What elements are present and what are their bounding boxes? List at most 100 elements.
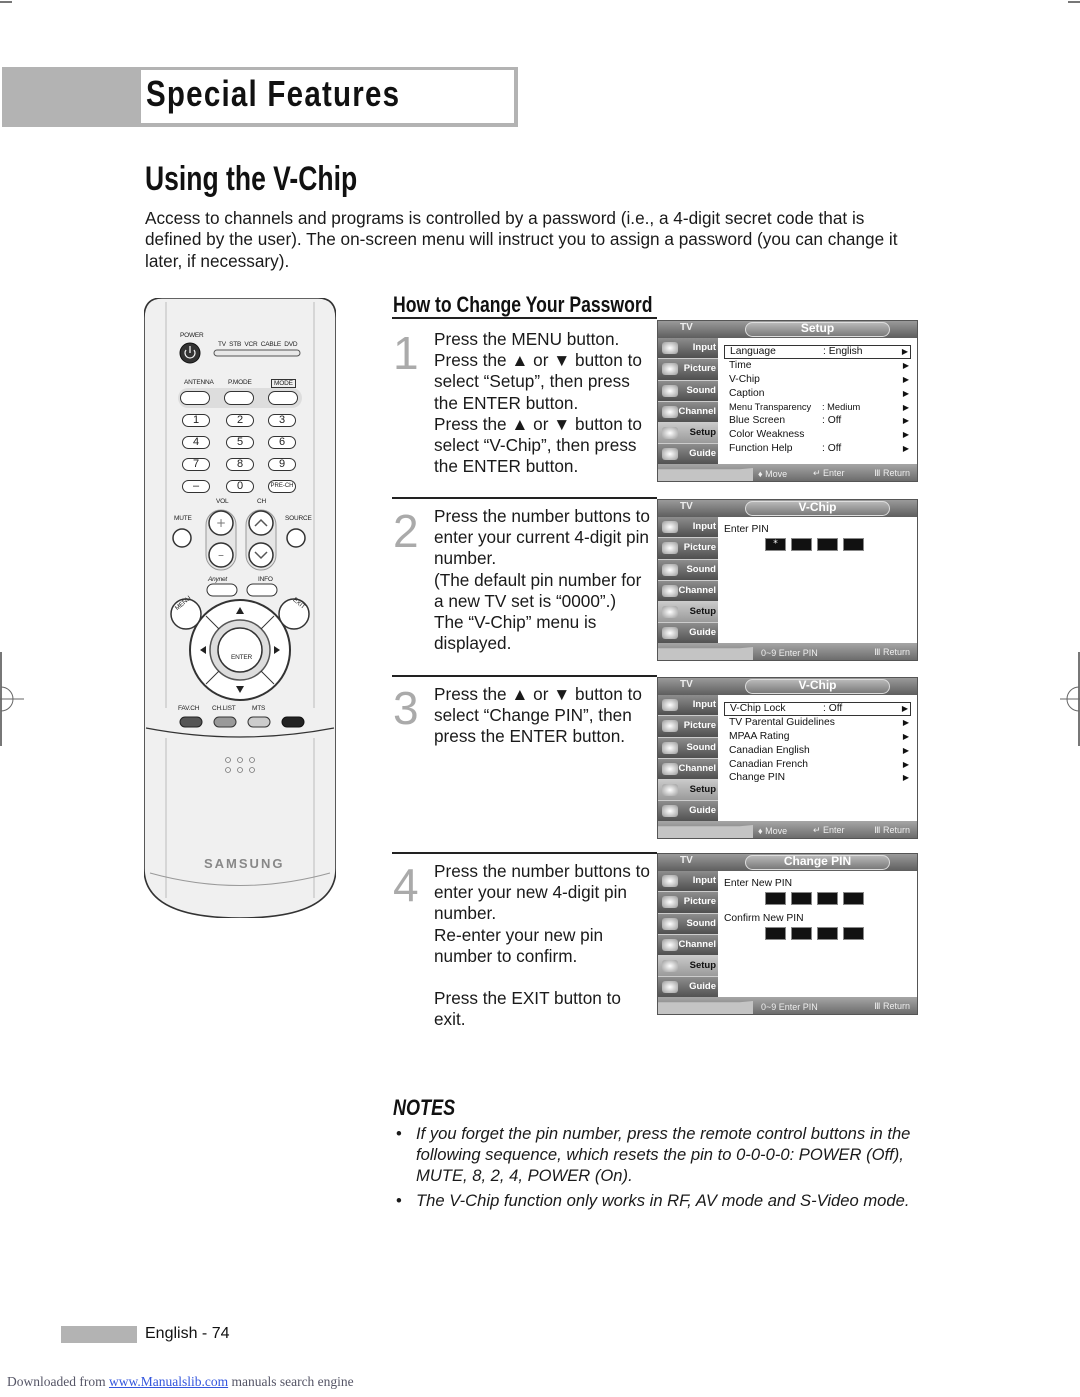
osd-menu-row: V-Chip ▶ bbox=[724, 373, 911, 387]
step-spacer bbox=[434, 967, 654, 988]
note-item: If you forget the pin number, press the … bbox=[396, 1123, 936, 1186]
svg-text:+: + bbox=[216, 516, 226, 530]
source-label: SOURCE bbox=[285, 515, 312, 522]
step-line: Press the MENU button. bbox=[434, 329, 620, 349]
input-icon bbox=[662, 875, 678, 887]
crop-mark bbox=[0, 1, 12, 3]
osd-menu-row: Change PIN ▶ bbox=[724, 771, 911, 785]
arrow-right-icon: ▶ bbox=[902, 444, 909, 454]
download-notice: Downloaded from www.Manualslib.com manua… bbox=[7, 1374, 354, 1390]
step-line: The “V-Chip” menu is displayed. bbox=[434, 612, 597, 654]
chlist-label: CH.LIST bbox=[212, 705, 236, 712]
osd-sidebar-item-input: Input bbox=[658, 695, 718, 717]
osd-sidebar-item-picture: Picture bbox=[658, 359, 718, 381]
return-hint: Ⅲ Return bbox=[874, 825, 910, 835]
download-prefix: Downloaded from bbox=[7, 1374, 109, 1389]
footer-bar bbox=[61, 1326, 137, 1343]
osd-sidebar-label: Setup bbox=[689, 960, 716, 972]
intro-paragraph: Access to channels and programs is contr… bbox=[145, 208, 898, 271]
osd-menu-row: MPAA Rating ▶ bbox=[724, 730, 911, 744]
osd-sidebar: Input Picture Sound Channel Setup Guide bbox=[658, 338, 718, 466]
channel-icon bbox=[662, 762, 678, 775]
osd-content: Language: English ▶ Time ▶ V-Chip ▶ Caption ▶ Me… bbox=[724, 345, 911, 456]
step-line: Press the EXIT button to exit. bbox=[434, 988, 621, 1030]
digit-button: 7 bbox=[182, 458, 210, 471]
osd-sidebar-label: Picture bbox=[683, 542, 716, 554]
arrow-right-icon: ▶ bbox=[901, 347, 908, 356]
osd-row-label: Color Weakness bbox=[729, 429, 805, 441]
osd-content: Enter PIN * bbox=[724, 524, 911, 551]
osd-row-value: : Off bbox=[822, 415, 842, 427]
digit-button: 4 bbox=[182, 436, 210, 449]
digit-button: 9 bbox=[268, 458, 296, 471]
picture-icon bbox=[662, 720, 678, 733]
arrow-right-icon: ▶ bbox=[902, 430, 909, 440]
osd-menu-row: Color Weakness ▶ bbox=[724, 428, 911, 442]
osd-menu-row: Function Help: Off ▶ bbox=[724, 442, 911, 456]
step-line: Press the number buttons to enter your n… bbox=[434, 861, 650, 924]
osd-sidebar-item-sound: Sound bbox=[658, 559, 718, 581]
step-number: 3 bbox=[393, 682, 419, 734]
tv-osd-screen: TV Setup Input Picture Sound Channel Setup Guid… bbox=[657, 320, 918, 482]
note-item: The V-Chip function only works in RF, AV… bbox=[396, 1190, 936, 1211]
crop-mark bbox=[1068, 1, 1080, 3]
pre-ch-button: PRE-CH bbox=[268, 480, 296, 493]
guide-icon bbox=[662, 981, 678, 994]
arrow-right-icon: ▶ bbox=[902, 717, 909, 727]
osd-sidebar: Input Picture Sound Channel Setup Guide bbox=[658, 871, 718, 999]
arrow-right-icon: ▶ bbox=[902, 745, 909, 755]
guide-icon bbox=[662, 448, 678, 461]
osd-sidebar-item-channel: Channel bbox=[658, 401, 718, 424]
osd-row-value: : English bbox=[823, 346, 863, 357]
osd-sidebar-item-guide: Guide bbox=[658, 444, 718, 466]
picture-icon bbox=[662, 896, 678, 909]
osd-row-label: TV Parental Guidelines bbox=[729, 716, 835, 728]
svg-text:–: – bbox=[218, 548, 224, 562]
osd-row-label: Blue Screen bbox=[729, 415, 786, 427]
digit-button: 0 bbox=[226, 480, 254, 493]
osd-footer-slant bbox=[658, 468, 753, 481]
channel-icon bbox=[662, 405, 678, 418]
osd-sidebar-label: Picture bbox=[683, 363, 716, 375]
move-hint: ♦ Move bbox=[758, 826, 788, 836]
osd-sidebar-label: Input bbox=[692, 699, 716, 710]
pin-digit-box bbox=[791, 927, 812, 940]
pin-digit-box bbox=[791, 538, 812, 551]
pin-entry: * bbox=[765, 538, 911, 551]
step-line: Press the ▲ or ▼ button to select “Setup… bbox=[434, 350, 642, 413]
osd-sidebar: Input Picture Sound Channel Setup Guide bbox=[658, 695, 718, 823]
osd-row-label: Language bbox=[730, 346, 776, 357]
osd-menu-row: Time ▶ bbox=[724, 359, 911, 373]
osd-menu-row: TV Parental Guidelines ▶ bbox=[724, 716, 911, 730]
osd-menu-row: Canadian English ▶ bbox=[724, 744, 911, 758]
return-hint: Ⅲ Return bbox=[874, 468, 910, 478]
osd-content: V-Chip Lock: Off ▶ TV Parental Guidelines ▶… bbox=[724, 702, 911, 785]
pin-digit-box bbox=[843, 927, 864, 940]
osd-sidebar-item-guide: Guide bbox=[658, 801, 718, 823]
osd-sidebar-item-setup: Setup bbox=[658, 956, 718, 978]
antenna-button bbox=[180, 391, 210, 405]
osd-sidebar-label: Sound bbox=[686, 563, 716, 575]
osd-sidebar-item-channel: Channel bbox=[658, 580, 718, 603]
pin-digit-box bbox=[817, 927, 838, 940]
osd-menu-row: Menu Transparency: Medium ▶ bbox=[724, 401, 911, 415]
enter-hint: ↵ Enter bbox=[813, 825, 845, 835]
guide-icon bbox=[662, 805, 678, 818]
arrow-right-icon: ▶ bbox=[902, 360, 909, 370]
anynet-label: Anynet bbox=[208, 576, 228, 583]
osd-title: Setup bbox=[800, 321, 835, 335]
notes-title: NOTES bbox=[393, 1095, 456, 1120]
osd-footer-slant bbox=[658, 647, 753, 660]
osd-sidebar-label: Guide bbox=[689, 981, 716, 993]
channel-icon bbox=[662, 584, 678, 597]
pin-digit-box bbox=[765, 892, 786, 905]
ch-label: CH bbox=[257, 498, 266, 505]
section-title: Special Features bbox=[146, 73, 401, 114]
osd-row-label: Time bbox=[729, 359, 752, 371]
osd-sidebar-item-input: Input bbox=[658, 517, 718, 539]
osd-row-label: Canadian French bbox=[729, 758, 808, 770]
osd-sidebar-item-guide: Guide bbox=[658, 623, 718, 645]
osd-sidebar-item-setup: Setup bbox=[658, 602, 718, 624]
dash-button: – bbox=[182, 480, 210, 493]
manualslib-link[interactable]: www.Manualslib.com bbox=[109, 1374, 228, 1389]
